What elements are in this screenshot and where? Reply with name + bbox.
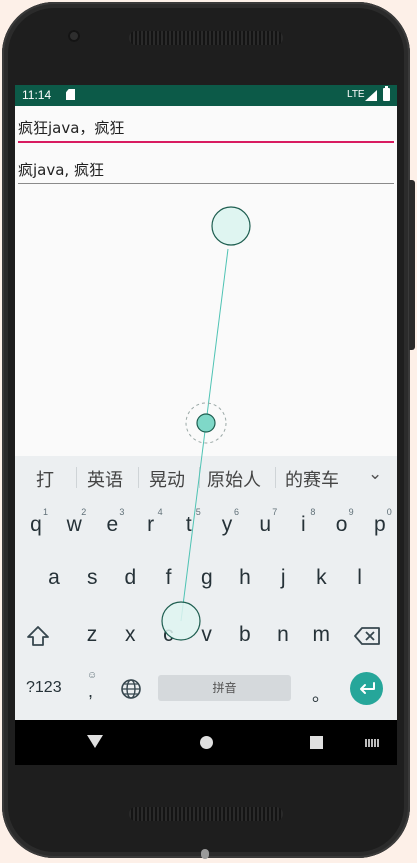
- phone-frame: 11:14 LTE 疯狂java，疯狂 疯java, 疯狂 打 英语 晃动 原始…: [2, 2, 410, 858]
- touch-end-indicator: [161, 601, 201, 641]
- touch-gesture-overlay: [161, 206, 251, 641]
- gesture-trail-line: [180, 248, 229, 622]
- touch-start-indicator: [211, 206, 251, 246]
- touch-point-indicator: [196, 413, 216, 433]
- bottom-speaker: [129, 807, 283, 821]
- phone-bottom-mark: [201, 849, 209, 859]
- device-screen: 11:14 LTE 疯狂java，疯狂 疯java, 疯狂 打 英语 晃动 原始…: [15, 85, 397, 765]
- front-camera: [68, 30, 80, 42]
- earpiece-speaker: [129, 31, 283, 45]
- phone-side-button: [409, 180, 415, 350]
